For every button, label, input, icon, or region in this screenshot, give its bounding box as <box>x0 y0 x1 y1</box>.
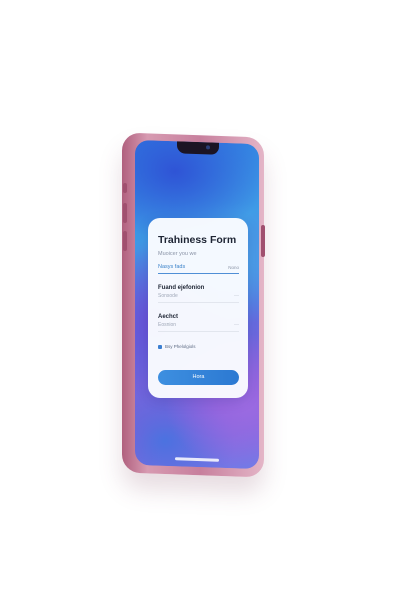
field-3-label: Aechct <box>158 314 179 320</box>
field-3-placeholder: Eosnion <box>158 322 177 328</box>
checkbox-label: Bsy Phelolgiols <box>165 344 196 349</box>
home-indicator[interactable] <box>175 457 219 462</box>
form-field-3: Aechct Eosnion — <box>158 313 239 332</box>
checkbox[interactable] <box>158 345 162 349</box>
camera-icon <box>206 145 210 150</box>
notch <box>177 141 219 155</box>
field-2-placeholder: Sonsode <box>158 293 178 299</box>
active-text-field[interactable]: Nasys fads Nono <box>158 264 239 274</box>
form-title: Trahiness Form <box>158 234 237 246</box>
field-2-trailing: — <box>234 293 239 299</box>
stage: Trahiness Form Muoicer you we Nasys fads… <box>0 0 409 609</box>
volume-up-button <box>123 203 127 223</box>
checkbox-row[interactable]: Bsy Phelolgiols <box>158 344 239 350</box>
action-button <box>123 183 127 193</box>
submit-button[interactable]: Hora <box>158 370 239 385</box>
field-3-trailing: — <box>234 322 239 328</box>
power-button <box>261 225 265 257</box>
form-card: Trahiness Form Muoicer you we Nasys fads… <box>148 218 248 398</box>
active-field-value: Nasys fads <box>158 264 186 270</box>
field-2-label: Fuand ejefonion <box>158 285 205 291</box>
active-field-hint: Nono <box>228 265 239 270</box>
volume-down-button <box>123 231 127 251</box>
form-field-2: Fuand ejefonion Sonsode — <box>158 284 239 303</box>
field-3-input[interactable]: Eosnion — <box>158 322 239 332</box>
form-subtitle: Muoicer you we <box>158 251 197 257</box>
field-2-input[interactable]: Sonsode — <box>158 293 239 303</box>
